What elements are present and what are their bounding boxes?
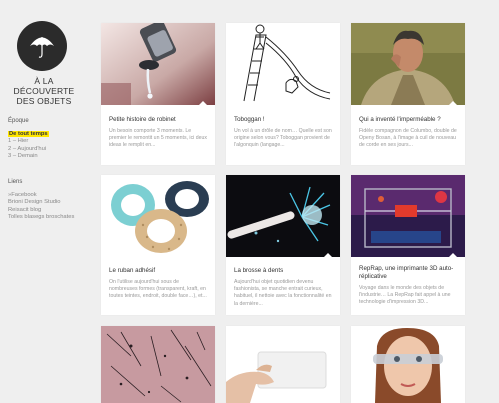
card-impermeable[interactable]: Qui a inventé l'imperméable ? Fidèle com… bbox=[351, 23, 465, 165]
card-notch bbox=[199, 253, 207, 257]
site-title[interactable]: À LA DÉCOUVERTE DES OBJETS bbox=[4, 76, 84, 106]
card-image-impermeable[interactable] bbox=[351, 23, 465, 105]
card-image-reprap[interactable] bbox=[351, 175, 465, 257]
epoque-item-aujourdhui[interactable]: 2 – Aujourd'hui bbox=[8, 146, 49, 153]
card-notch bbox=[324, 253, 332, 257]
card-title[interactable]: RepRap, une imprimante 3D auto-réplicati… bbox=[359, 265, 459, 280]
umbrella-icon bbox=[30, 37, 54, 58]
card-notch bbox=[449, 253, 457, 257]
card-robinet[interactable]: Petite histoire de robinet Un besoin com… bbox=[101, 23, 215, 165]
epoque-item-demain[interactable]: 3 – Demain bbox=[8, 153, 49, 160]
card-title[interactable]: Le ruban adhésif bbox=[109, 267, 209, 275]
card-excerpt: On l'utilise aujourd'hui sous de nombreu… bbox=[109, 279, 207, 300]
liens-list: »Facebook Brioni Design Studio Reisacit … bbox=[8, 192, 74, 222]
card-row3-1[interactable] bbox=[101, 326, 215, 403]
card-image-row3-1[interactable] bbox=[101, 326, 215, 403]
card-toboggan[interactable]: Toboggan ! Un vol à un drôle de nom… Que… bbox=[226, 23, 340, 165]
card-excerpt: Aujourd'hui objet quotidien devenu fashi… bbox=[234, 279, 332, 307]
card-title[interactable]: Toboggan ! bbox=[234, 116, 334, 124]
epoque-item-hier[interactable]: 1 – Hier bbox=[8, 138, 49, 145]
lien-item-blog[interactable]: Reisacit blog bbox=[8, 207, 74, 214]
card-notch bbox=[199, 101, 207, 105]
card-row3-3[interactable] bbox=[351, 326, 465, 403]
card-title[interactable]: La brosse à dents bbox=[234, 267, 334, 275]
card-notch bbox=[324, 101, 332, 105]
liens-heading: Liens bbox=[8, 179, 23, 185]
site-logo[interactable] bbox=[17, 21, 67, 71]
epoque-heading: Époque bbox=[8, 118, 29, 124]
sidebar: À LA DÉCOUVERTE DES OBJETS Époque De tou… bbox=[0, 0, 90, 403]
card-brosse[interactable]: La brosse à dents Aujourd'hui objet quot… bbox=[226, 175, 340, 315]
epoque-item-de-tout-temps[interactable]: De tout temps bbox=[8, 131, 49, 138]
card-image-brosse[interactable] bbox=[226, 175, 340, 257]
card-excerpt: Fidèle compagnon de Columbo, double de O… bbox=[359, 128, 457, 149]
lien-item-facebook[interactable]: »Facebook bbox=[8, 192, 74, 199]
card-image-row3-2[interactable] bbox=[226, 326, 340, 403]
card-ruban[interactable]: Le ruban adhésif On l'utilise aujourd'hu… bbox=[101, 175, 215, 315]
card-reprap[interactable]: RepRap, une imprimante 3D auto-réplicati… bbox=[351, 175, 465, 315]
card-excerpt: Un vol à un drôle de nom… Quelle est son… bbox=[234, 128, 332, 149]
lien-item-other[interactable]: Tolles blasegs broschates bbox=[8, 214, 74, 221]
card-image-robinet[interactable] bbox=[101, 23, 215, 105]
site-title-line1: À LA DÉCOUVERTE bbox=[13, 76, 75, 96]
card-image-ruban[interactable] bbox=[101, 175, 215, 257]
card-excerpt: Un besoin comporte 3 moments. Le premier… bbox=[109, 128, 208, 149]
card-image-toboggan[interactable] bbox=[226, 23, 340, 105]
site-title-line2: DES OBJETS bbox=[16, 96, 72, 106]
lien-item-brioni[interactable]: Brioni Design Studio bbox=[8, 199, 74, 206]
epoque-list: De tout temps 1 – Hier 2 – Aujourd'hui 3… bbox=[8, 131, 49, 161]
card-excerpt: Voyage dans le monde des objets de l'ind… bbox=[359, 285, 451, 306]
card-image-row3-3[interactable] bbox=[351, 326, 465, 403]
card-title[interactable]: Qui a inventé l'imperméable ? bbox=[359, 116, 459, 124]
card-title[interactable]: Petite histoire de robinet bbox=[109, 116, 209, 124]
card-notch bbox=[449, 101, 457, 105]
card-row3-2[interactable] bbox=[226, 326, 340, 403]
